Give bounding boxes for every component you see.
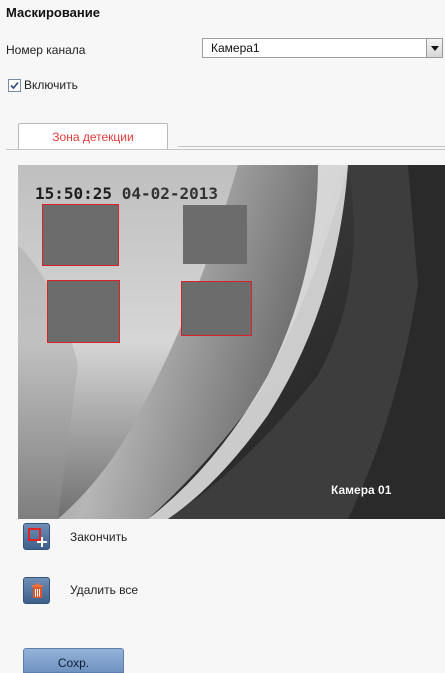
- channel-select[interactable]: Камера1: [202, 38, 443, 58]
- finish-label[interactable]: Закончить: [70, 530, 127, 544]
- save-button[interactable]: Сохр.: [23, 648, 124, 673]
- save-button-label: Сохр.: [57, 656, 90, 670]
- chevron-down-icon[interactable]: [426, 39, 442, 57]
- delete-all-label[interactable]: Удалить все: [70, 583, 138, 597]
- video-preview[interactable]: 15:50:25 04-02-2013 Камера 01: [18, 165, 445, 519]
- finish-button[interactable]: [23, 523, 50, 550]
- trash-icon: [32, 583, 43, 598]
- mask-1[interactable]: [42, 204, 119, 266]
- tab-detection-zone-label: Зона детекции: [52, 130, 134, 144]
- osd-timestamp: 15:50:25 04-02-2013: [35, 184, 218, 203]
- tab-detection-zone[interactable]: Зона детекции: [18, 123, 168, 149]
- mask-4[interactable]: [181, 281, 252, 336]
- osd-time: 15:50:25: [35, 184, 122, 203]
- tab-divider: [178, 146, 445, 147]
- osd-date: 04-02-2013: [121, 184, 219, 203]
- channel-label: Номер канала: [6, 43, 86, 57]
- draw-area-icon: [28, 528, 47, 547]
- channel-select-value: Камера1: [211, 41, 260, 55]
- enable-label: Включить: [24, 78, 78, 92]
- tab-underline: [6, 149, 445, 150]
- page-title: Маскирование: [6, 5, 100, 20]
- mask-3[interactable]: [47, 280, 120, 343]
- checkmark-icon: [10, 81, 19, 90]
- osd-camera-name: Камера 01: [331, 483, 392, 497]
- enable-checkbox[interactable]: [8, 79, 21, 92]
- mask-2[interactable]: [183, 205, 247, 264]
- delete-all-button[interactable]: [23, 577, 50, 604]
